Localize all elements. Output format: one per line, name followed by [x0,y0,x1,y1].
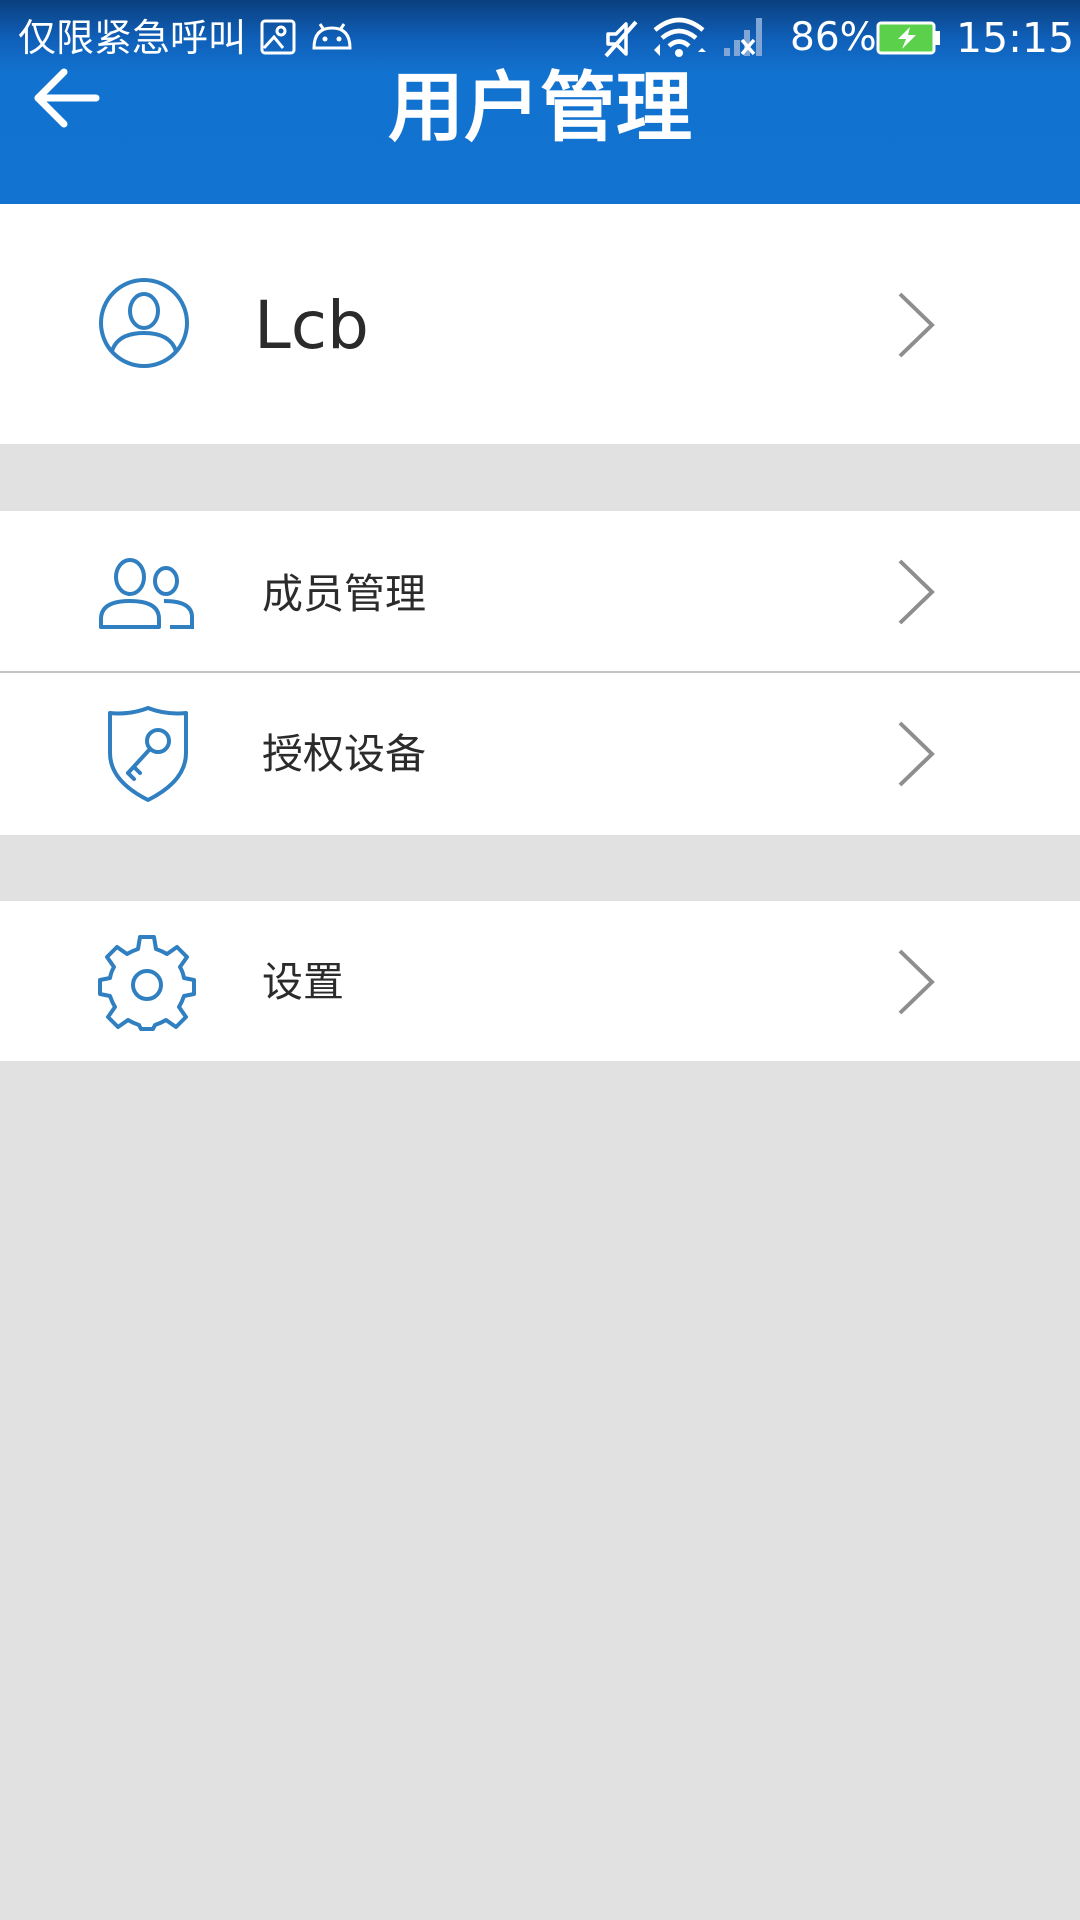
wifi-icon [652,16,706,64]
username: Lcb [254,287,369,364]
carrier-text: 仅限紧急呼叫 [18,16,247,60]
gear-icon [98,933,196,1035]
user-avatar-icon [98,277,190,373]
back-button[interactable] [22,60,110,140]
user-management-screen: 仅限紧急呼叫 86% 15:15 用户管理 Lcb 成员管理 授权设备 设置 [0,0,1080,1920]
gallery-icon [259,18,297,60]
clock: 15:15 [956,14,1075,62]
profile-row[interactable]: Lcb [0,204,1080,444]
members-row[interactable]: 成员管理 [0,511,1080,671]
mute-icon [600,18,642,64]
chevron-right-icon [896,557,936,627]
settings-label: 设置 [262,958,344,1006]
arrow-left-icon [30,66,102,134]
authorized-devices-row[interactable]: 授权设备 [0,673,1080,835]
page-title: 用户管理 [388,63,692,152]
chevron-right-icon [896,947,936,1017]
no-signal-icon [722,16,768,62]
battery-percent: 86% [790,15,877,60]
shield-key-icon [106,705,190,807]
settings-row[interactable]: 设置 [0,901,1080,1061]
app-header: 仅限紧急呼叫 86% 15:15 用户管理 [0,0,1080,204]
members-icon [98,557,196,635]
chevron-right-icon [896,719,936,789]
chevron-right-icon [896,290,936,360]
authorized-devices-label: 授权设备 [262,730,426,778]
members-label: 成员管理 [262,570,426,618]
android-icon [310,22,354,56]
battery-charging-icon [876,20,942,60]
